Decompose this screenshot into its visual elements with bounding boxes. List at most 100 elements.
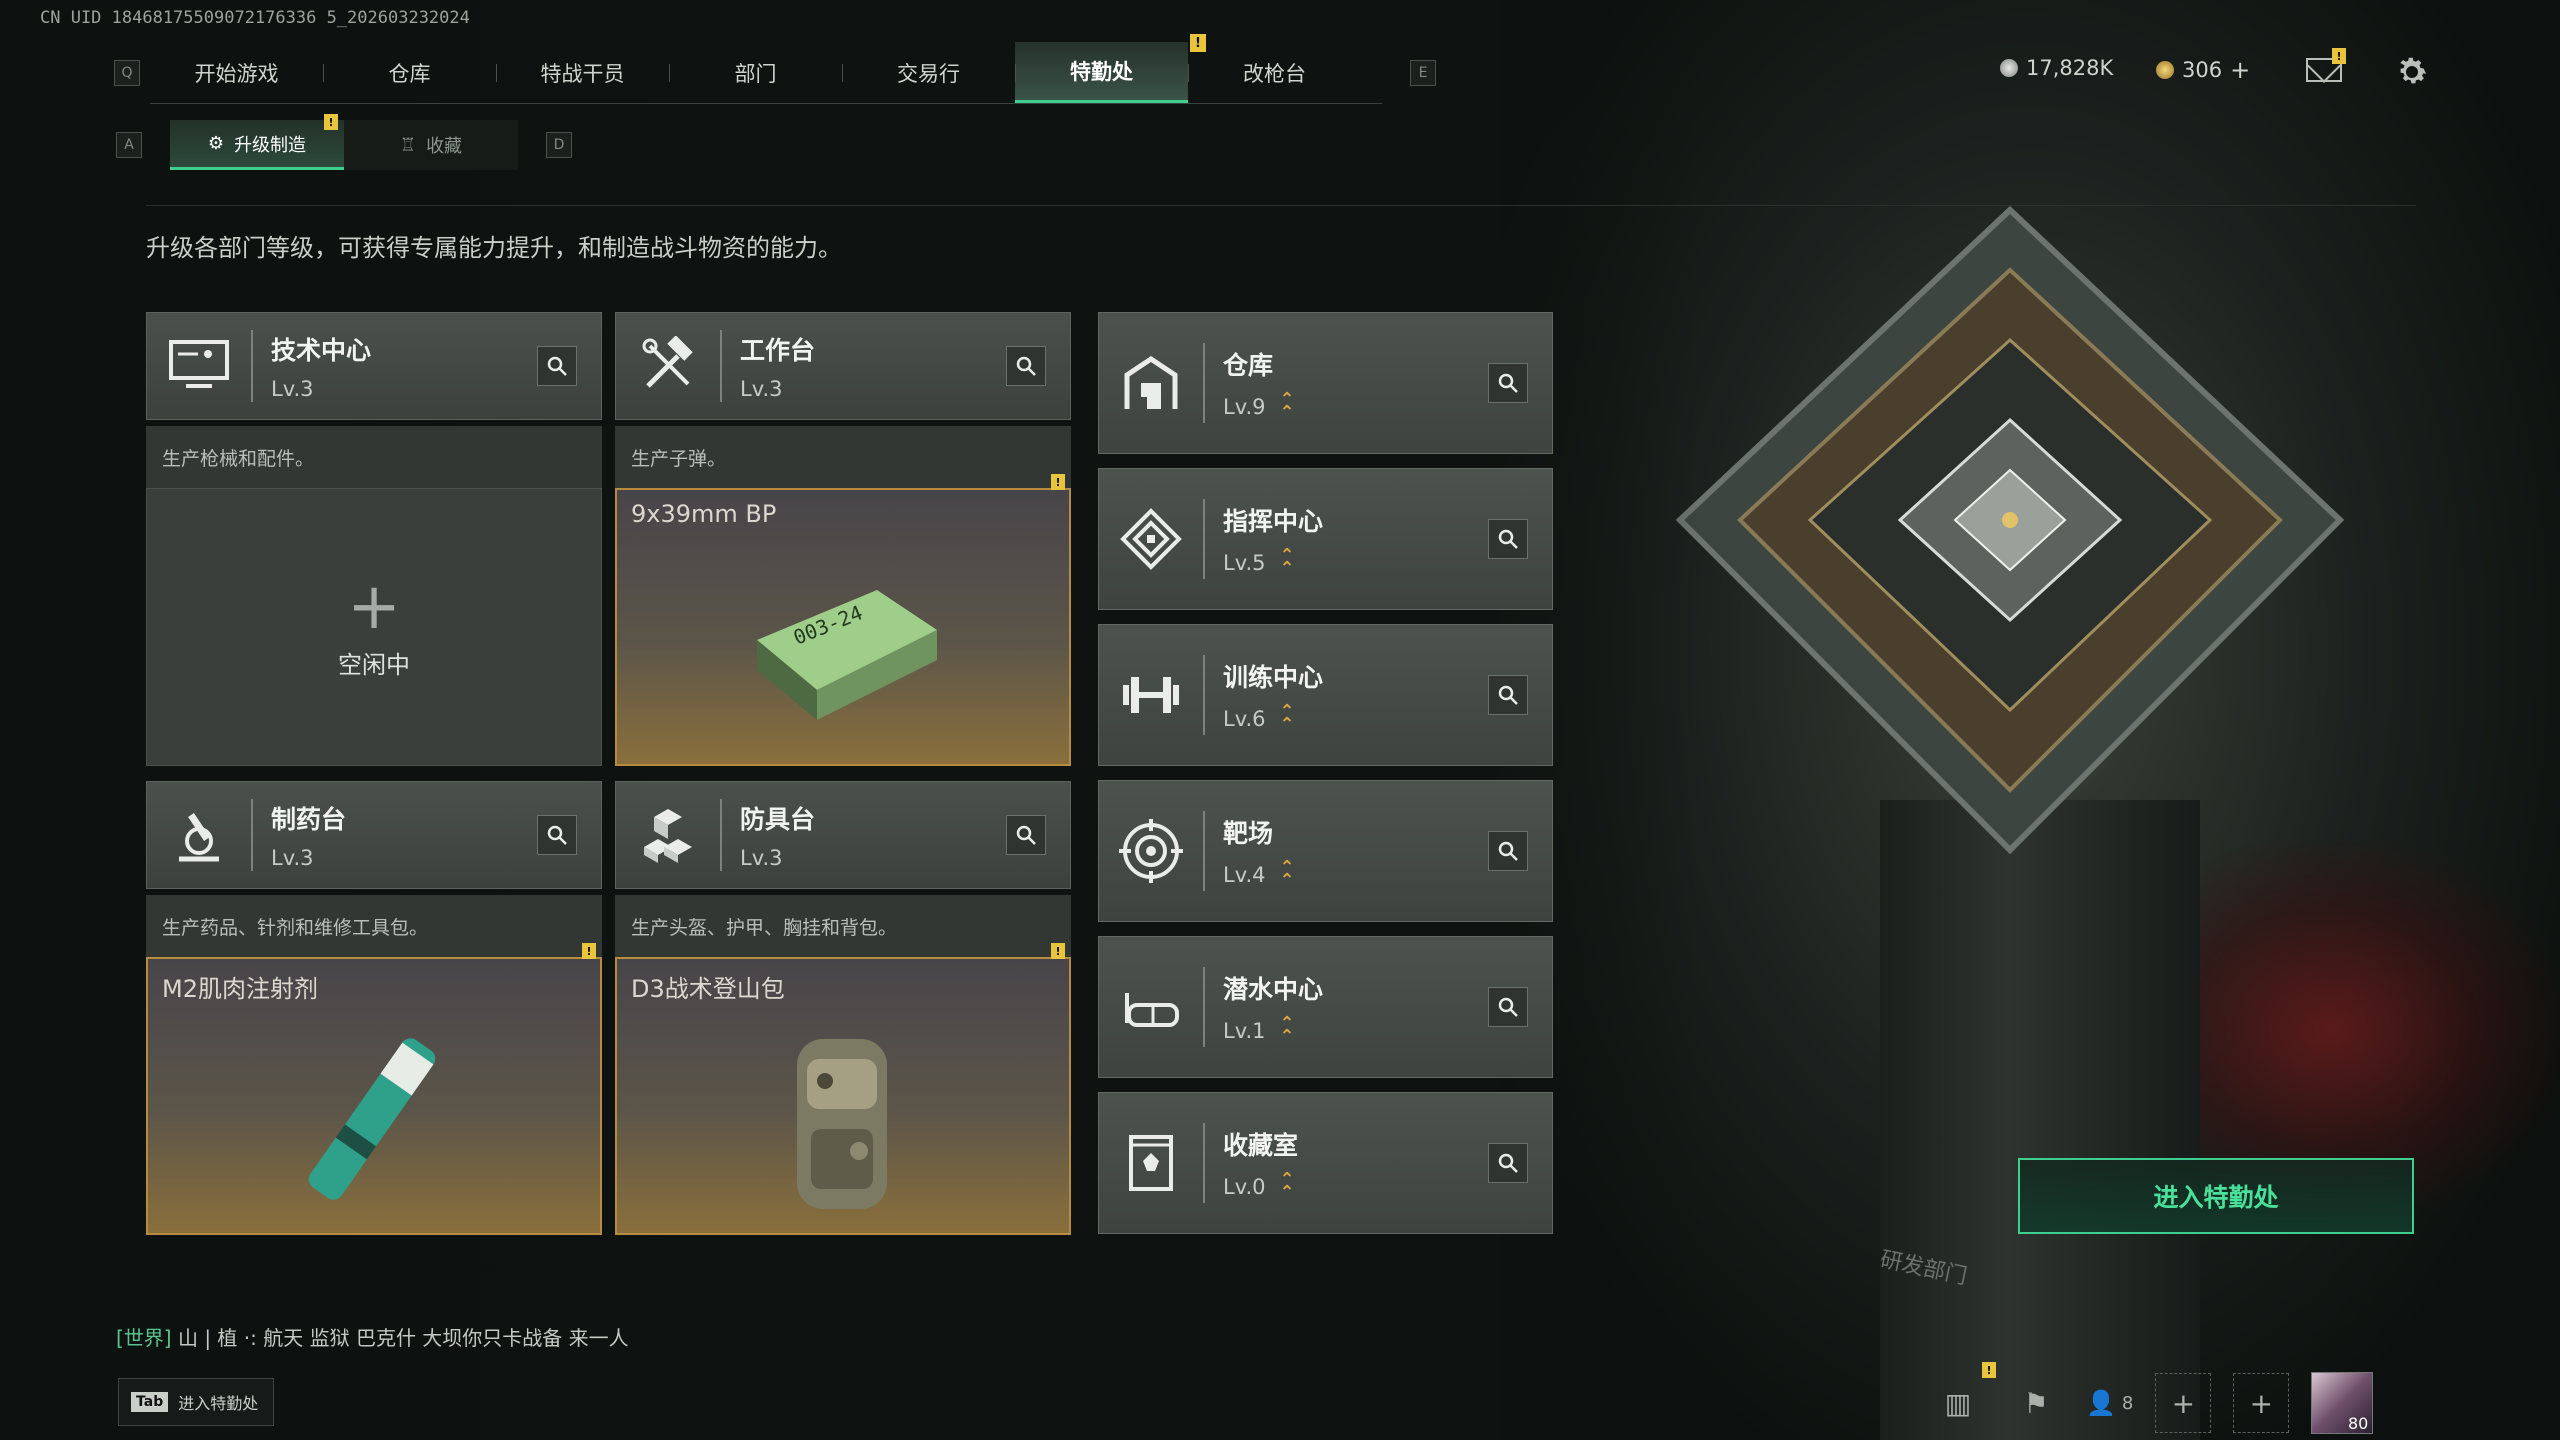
search-button[interactable] [1488,363,1528,403]
tab-special-ops[interactable]: 特勤处 [1015,42,1188,103]
trophy-icon: ♖ [399,134,417,156]
subtab-collection[interactable]: ♖ 收藏 [344,120,518,170]
idle-status: 空闲中 [338,650,410,679]
uid-text: CN UID 18468175509072176336 5_2026032320… [40,8,470,28]
card-description: 生产头盔、护甲、胸挂和背包。 [615,895,1071,957]
production-slot-active[interactable]: 9x39mm BP 003-24 [615,488,1071,766]
card-title-group: 防具台 Lv.3 [722,800,1006,870]
tab-operators[interactable]: 特战干员 [496,42,669,103]
chat-line[interactable]: [世界] 山 | 植 ·: 航天 监狱 巴克什 大坝你只卡战备 来一人 [116,1322,629,1351]
target-icon [1099,819,1203,883]
enter-special-ops-button[interactable]: 进入特勤处 [2018,1158,2414,1234]
tab-hint-button[interactable]: Tab 进入特勤处 [118,1378,274,1426]
dept-level: Lv.3 [271,846,314,870]
search-button[interactable] [1488,1143,1528,1183]
dept-card-warehouse[interactable]: 仓库 Lv.9 ⌃ ⌃ [1098,312,1553,454]
search-button[interactable] [1488,987,1528,1027]
upgrade-icon: ⚙ [207,133,225,154]
card-header[interactable]: 工作台 Lv.3 [615,312,1071,420]
production-card-pharmacy[interactable]: 制药台 Lv.3 生产药品、针剂和维修工具包。 M2肌肉注射剂 ! [146,781,602,1235]
avatar[interactable]: 80 [2311,1372,2374,1434]
gold-currency[interactable]: 306 + [2156,56,2250,84]
production-slot-active[interactable]: D3战术登山包 [615,957,1071,1235]
tab-trading[interactable]: 交易行 [842,42,1015,103]
add-slot-button[interactable]: + [2155,1373,2212,1433]
production-card-armor[interactable]: 防具台 Lv.3 生产头盔、护甲、胸挂和背包。 D3战术登山包 ! [615,781,1071,1235]
tab-start-game[interactable]: 开始游戏 [150,42,323,103]
player-level: 80 [2347,1414,2369,1433]
support-pillar [1880,800,2200,1440]
subnav-left-key: A [116,132,142,158]
dept-card-diving-center[interactable]: 潜水中心 Lv.1 ⌃ ⌃ [1098,936,1553,1078]
dept-card-training-center[interactable]: 训练中心 Lv.6 ⌃ ⌃ [1098,624,1553,766]
dept-level: Lv.5 [1223,551,1266,575]
bottom-toolbar: ▥ ⚑ 👤 8 + + 80 [1930,1372,2374,1434]
subtab-upgrade-label: 升级制造 [234,134,307,156]
dept-card-shooting-range[interactable]: 靶场 Lv.4 ⌃ ⌃ [1098,780,1553,922]
injector-image [308,1038,436,1200]
dept-level: Lv.6 [1223,707,1266,731]
producing-item-name: D3战术登山包 [631,975,785,1003]
add-gold-icon[interactable]: + [2230,56,2250,84]
upgrade-chevron-icon: ⌃ ⌃ [1279,857,1295,891]
tab-departments[interactable]: 部门 [669,42,842,103]
add-slot-button[interactable]: + [2233,1373,2290,1433]
subtab-upgrade-craft[interactable]: ⚙ 升级制造 [170,120,344,170]
diving-mask-icon [1099,975,1203,1039]
friends-button[interactable]: 👤 8 [2086,1373,2133,1433]
production-slot-active[interactable]: M2肌肉注射剂 [146,957,602,1235]
dept-title-group: 仓库 Lv.9 ⌃ ⌃ [1205,346,1488,422]
search-icon [1016,825,1036,845]
ready-alert-icon: ! [1051,943,1065,959]
search-button[interactable] [1006,346,1046,386]
upgrade-chevron-icon: ⌃ ⌃ [1279,1169,1295,1203]
silver-currency: 17,828K [2000,56,2113,80]
boxes-icon [616,781,720,889]
dept-name: 技术中心 [271,336,372,365]
search-button[interactable] [1488,675,1528,715]
dept-name: 制药台 [271,805,347,834]
friends-count: 8 [2121,1392,2134,1414]
microscope-icon [147,781,251,889]
dept-title-group: 靶场 Lv.4 ⌃ ⌃ [1205,814,1488,891]
search-button[interactable] [1488,831,1528,871]
search-button[interactable] [537,815,577,855]
production-card-tech-center[interactable]: 技术中心 Lv.3 生产枪械和配件。 + 空闲中 [146,312,602,766]
dept-card-command-center[interactable]: 指挥中心 Lv.5 ⌃ ⌃ [1098,468,1553,610]
search-icon [547,825,567,845]
card-header[interactable]: 技术中心 Lv.3 [146,312,602,420]
dept-level: Lv.3 [740,377,783,401]
producing-item-name: 9x39mm BP [631,500,777,528]
subtab-alert-icon: ! [324,114,338,130]
dept-name: 靶场 [1223,819,1274,849]
search-button[interactable] [1488,519,1528,559]
upgrade-chevron-icon: ⌃ ⌃ [1279,1013,1295,1047]
production-card-workbench[interactable]: 工作台 Lv.3 生产子弹。 9x39mm BP 003-24 ! [615,312,1071,766]
ready-alert-icon: ! [1051,474,1065,490]
mail-alert-icon: ! [2332,48,2346,64]
stats-icon[interactable]: ▥ [1930,1373,1986,1433]
tab-gunsmith[interactable]: 改枪台 [1188,42,1361,103]
dept-card-collection-room[interactable]: 收藏室 Lv.0 ⌃ ⌃ [1098,1092,1553,1234]
nav-left-key: Q [114,60,140,86]
search-button[interactable] [1006,815,1046,855]
card-header[interactable]: 制药台 Lv.3 [146,781,602,889]
dept-level: Lv.1 [1223,1019,1266,1043]
dept-name: 潜水中心 [1223,975,1324,1005]
upgrade-chevron-icon: ⌃ ⌃ [1279,701,1295,735]
backpack-image [797,1039,887,1209]
search-button[interactable] [537,346,577,386]
settings-gear-icon[interactable] [2394,54,2430,90]
card-header[interactable]: 防具台 Lv.3 [615,781,1071,889]
dept-name: 指挥中心 [1223,507,1324,537]
flag-icon[interactable]: ⚑ [2008,1373,2064,1433]
level-row: Lv.9 ⌃ ⌃ [1223,391,1488,422]
silver-coin-icon [2000,59,2018,77]
level-row: Lv.5 ⌃ ⌃ [1223,547,1488,578]
tab-warehouse[interactable]: 仓库 [323,42,496,103]
tab-key: Tab [131,1392,169,1412]
card-description: 生产药品、针剂和维修工具包。 [146,895,602,957]
nav-right-key: E [1410,60,1436,86]
production-slot-idle[interactable]: + 空闲中 [146,488,602,766]
warehouse-icon [1099,351,1203,415]
